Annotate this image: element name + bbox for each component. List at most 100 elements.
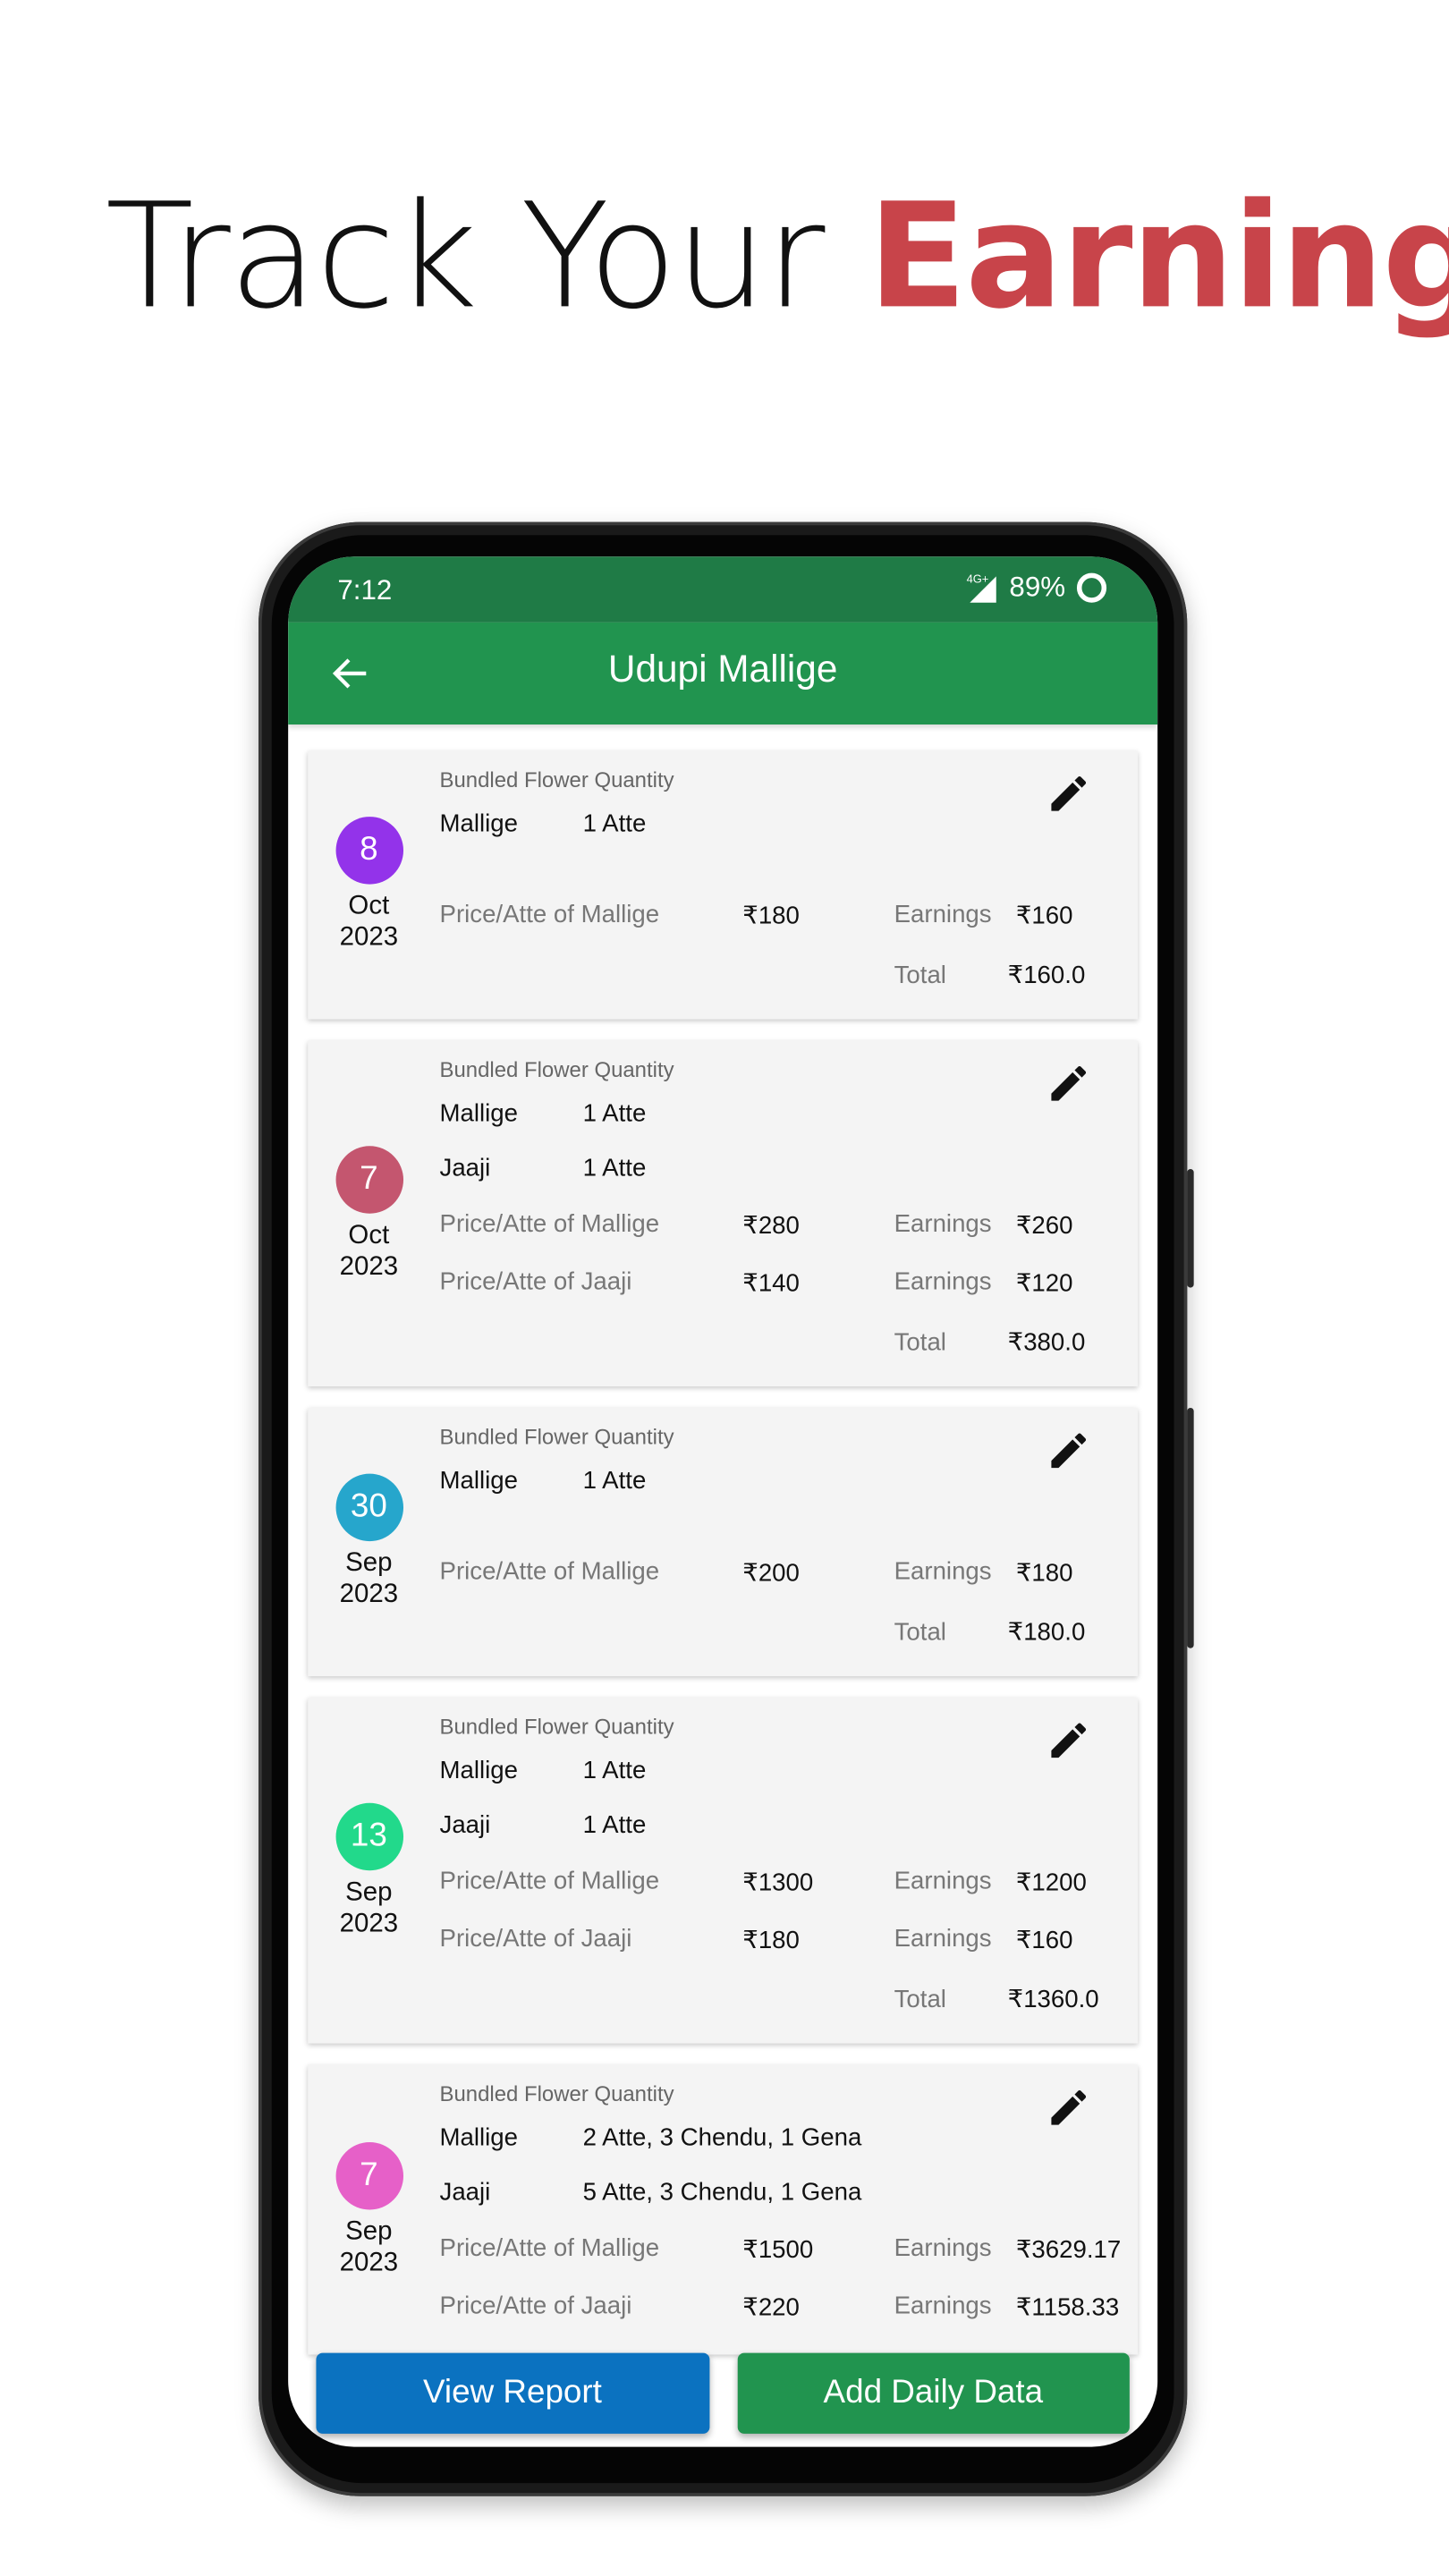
flower-name: Mallige: [439, 809, 519, 839]
total-label: Total: [894, 1617, 946, 1646]
entry-card[interactable]: 7 Oct 2023 Bundled Flower Quantity Mallig…: [308, 1040, 1139, 1387]
view-report-button[interactable]: View Report: [316, 2352, 709, 2434]
signal-icon: 4G+: [967, 572, 996, 603]
month: Oct: [348, 892, 390, 921]
flower-qty: 1 Atte: [582, 809, 647, 839]
quantity-row: Jaaji 5 Atte, 3 Chendu, 1 Gena: [440, 2165, 1139, 2220]
quantity-row: Mallige 1 Atte: [440, 1744, 1139, 1799]
flower-name: Mallige: [439, 1099, 519, 1129]
day-badge: 7: [335, 2141, 403, 2209]
quantity-label: Bundled Flower Quantity: [439, 1424, 674, 1449]
edit-icon[interactable]: [1046, 771, 1092, 818]
entry-card[interactable]: 7 Sep 2023 Bundled Flower Quantity Mallig…: [308, 2064, 1139, 2355]
flower-qty: 1 Atte: [582, 1467, 647, 1496]
price-value: ₹1500: [742, 2235, 814, 2264]
flower-qty: 2 Atte, 3 Chendu, 1 Gena: [582, 2123, 862, 2153]
flower-name: Jaaji: [439, 2178, 491, 2207]
flower-name: Jaaji: [439, 1810, 491, 1840]
power-button: [1187, 1407, 1194, 1648]
total-value: ₹180.0: [1007, 1618, 1086, 1647]
total-label: Total: [894, 1327, 946, 1356]
entry-date: 30 Sep 2023: [308, 1408, 429, 1676]
price-row: Price/Atte of Jaaji ₹180 Earnings ₹160: [440, 1910, 1139, 1967]
svg-text:4G+: 4G+: [967, 572, 989, 586]
quantity-row: Mallige 1 Atte: [440, 797, 1139, 852]
earnings-value: ₹1158.33: [1015, 2292, 1120, 2321]
earnings-label: Earnings: [894, 1210, 992, 1239]
entry-card[interactable]: 13 Sep 2023 Bundled Flower Quantity Malli…: [308, 1697, 1139, 2044]
flower-name: Mallige: [439, 1467, 519, 1496]
status-bar: 7:12 4G+ 89%: [288, 556, 1158, 623]
total-value: ₹1360.0: [1007, 1986, 1099, 2014]
entry-date: 8 Oct 2023: [308, 750, 429, 1019]
entry-card[interactable]: 30 Sep 2023 Bundled Flower Quantity Malli…: [308, 1407, 1139, 1677]
earnings-label: Earnings: [894, 2234, 992, 2263]
edit-icon[interactable]: [1046, 1428, 1092, 1474]
year: 2023: [339, 923, 399, 953]
total-row: Total ₹180.0: [440, 1607, 1139, 1657]
price-label: Price/Atte of Jaaji: [439, 2292, 632, 2320]
price-row: Price/Atte of Jaaji ₹140 Earnings ₹120: [440, 1253, 1139, 1310]
year: 2023: [339, 1580, 399, 1609]
day-badge: 30: [335, 1473, 403, 1542]
day-badge: 8: [335, 817, 403, 885]
quantity-row: Mallige 1 Atte: [440, 1454, 1139, 1509]
app-bar: Udupi Mallige: [288, 622, 1158, 724]
entries-list[interactable]: 8 Oct 2023 Bundled Flower Quantity Mallig…: [308, 750, 1139, 2376]
flower-qty: 1 Atte: [582, 1757, 647, 1785]
flower-name: Mallige: [439, 1757, 519, 1785]
price-row: Price/Atte of Mallige ₹180 Earnings ₹160: [440, 886, 1139, 943]
price-value: ₹180: [742, 901, 800, 930]
price-label: Price/Atte of Mallige: [439, 1210, 660, 1239]
flower-qty: 5 Atte, 3 Chendu, 1 Gena: [582, 2178, 862, 2207]
total-label: Total: [894, 961, 946, 989]
flower-qty: 1 Atte: [582, 1154, 647, 1182]
earnings-value: ₹160: [1015, 901, 1073, 930]
earnings-label: Earnings: [894, 1867, 992, 1895]
day-badge: 7: [335, 1145, 403, 1213]
earnings-value: ₹160: [1015, 1925, 1073, 1954]
earnings-label: Earnings: [894, 1925, 992, 1953]
price-value: ₹140: [742, 1268, 800, 1297]
price-row: Price/Atte of Mallige ₹1500 Earnings ₹3629.…: [440, 2220, 1139, 2277]
month: Sep: [345, 1549, 393, 1578]
price-row: Price/Atte of Mallige ₹1300 Earnings ₹1200: [440, 1852, 1139, 1910]
price-row: Price/Atte of Jaaji ₹220 Earnings ₹1158.33: [440, 2277, 1139, 2334]
price-label: Price/Atte of Mallige: [439, 2234, 660, 2263]
battery-ring-icon: [1076, 572, 1107, 603]
price-label: Price/Atte of Mallige: [439, 900, 660, 929]
total-value: ₹380.0: [1007, 1328, 1086, 1357]
price-value: ₹280: [742, 1210, 800, 1240]
entry-card[interactable]: 8 Oct 2023 Bundled Flower Quantity Mallig…: [308, 750, 1139, 1020]
edit-icon[interactable]: [1046, 2085, 1092, 2131]
quantity-label: Bundled Flower Quantity: [439, 1714, 674, 1739]
total-value: ₹160.0: [1007, 962, 1086, 990]
total-row: Total ₹1360.0: [440, 1974, 1139, 2023]
quantity-label: Bundled Flower Quantity: [439, 1056, 674, 1082]
edit-icon[interactable]: [1046, 1717, 1092, 1764]
earnings-value: ₹260: [1015, 1210, 1073, 1240]
battery-percent: 89%: [1009, 571, 1066, 603]
total-label: Total: [894, 1985, 946, 2013]
quantity-row: Jaaji 1 Atte: [440, 1798, 1139, 1852]
entry-date: 13 Sep 2023: [308, 1698, 429, 2044]
flower-qty: 1 Atte: [582, 1810, 647, 1840]
price-label: Price/Atte of Mallige: [439, 1557, 660, 1586]
add-daily-data-button[interactable]: Add Daily Data: [736, 2352, 1130, 2434]
flower-qty: 1 Atte: [582, 1099, 647, 1129]
status-time: 7:12: [337, 574, 393, 606]
earnings-value: ₹180: [1015, 1558, 1073, 1587]
earnings-label: Earnings: [894, 2292, 992, 2320]
earnings-value: ₹1200: [1015, 1868, 1087, 1896]
price-label: Price/Atte of Mallige: [439, 1867, 660, 1895]
price-value: ₹1300: [742, 1868, 814, 1896]
price-label: Price/Atte of Jaaji: [439, 1267, 632, 1296]
day-badge: 13: [335, 1801, 403, 1870]
quantity-label: Bundled Flower Quantity: [439, 767, 674, 792]
price-label: Price/Atte of Jaaji: [439, 1925, 632, 1953]
volume-button: [1187, 1169, 1194, 1288]
flower-name: Mallige: [439, 2123, 519, 2153]
earnings-value: ₹3629.17: [1015, 2235, 1122, 2264]
edit-icon[interactable]: [1046, 1061, 1092, 1107]
app-title: Udupi Mallige: [607, 647, 838, 691]
